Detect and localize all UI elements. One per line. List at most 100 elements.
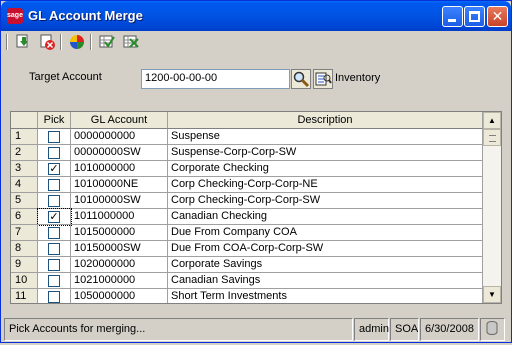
status-database[interactable] xyxy=(480,318,505,341)
grid-check-icon[interactable] xyxy=(98,33,116,51)
vertical-scrollbar[interactable]: ▲ ▼ xyxy=(483,112,501,303)
target-account-input[interactable]: 1200-00-00-00 xyxy=(141,69,290,89)
row-number: 3 xyxy=(11,161,38,177)
target-account-label: Target Account xyxy=(29,71,102,83)
pick-checkbox[interactable] xyxy=(48,243,60,255)
row-number: 7 xyxy=(11,225,38,241)
list-lookup-icon xyxy=(315,72,332,86)
description-cell: Corporate Checking xyxy=(168,161,483,177)
pick-checkbox[interactable] xyxy=(48,227,60,239)
row-number: 5 xyxy=(11,193,38,209)
maximize-icon xyxy=(469,11,480,22)
import-icon[interactable] xyxy=(14,33,32,51)
maximize-button[interactable] xyxy=(464,6,485,27)
description-cell: Due From COA-Corp-Corp-SW xyxy=(168,241,483,257)
pick-checkbox[interactable] xyxy=(48,275,60,287)
account-grid: Pick GL Account Description 1 0000000000 S… xyxy=(10,111,502,304)
close-icon: ✕ xyxy=(491,8,504,24)
row-number: 1 xyxy=(11,129,38,145)
sage-app-icon: sage xyxy=(7,8,23,24)
gl-account-merge-window: sage GL Account Merge ✕ Target Account 1… xyxy=(0,0,512,343)
row-number: 6 xyxy=(11,209,38,225)
table-row[interactable]: 5 10100000SW Corp Checking-Corp-Corp-SW xyxy=(11,193,483,209)
description-cell: Suspense-Corp-Corp-SW xyxy=(168,145,483,161)
pick-cell xyxy=(38,257,71,273)
table-row[interactable]: 3 ✓ 1010000000 Corporate Checking xyxy=(11,161,483,177)
delete-icon[interactable] xyxy=(38,33,56,51)
account-list-button[interactable] xyxy=(313,69,333,89)
grid-x-icon[interactable] xyxy=(122,33,140,51)
pick-cell: ✓ xyxy=(38,161,71,177)
pick-checkbox[interactable]: ✓ xyxy=(48,211,60,223)
table-row[interactable]: 10 1021000000 Canadian Savings xyxy=(11,273,483,289)
pick-column-header[interactable]: Pick xyxy=(38,112,71,129)
pick-cell xyxy=(38,225,71,241)
description-cell: Short Term Investments xyxy=(168,289,483,303)
scroll-thumb[interactable] xyxy=(483,129,501,146)
row-number: 9 xyxy=(11,257,38,273)
pick-checkbox[interactable] xyxy=(48,131,60,143)
table-row[interactable]: 2 00000000SW Suspense-Corp-Corp-SW xyxy=(11,145,483,161)
status-company: SOA xyxy=(390,318,419,341)
pick-checkbox[interactable] xyxy=(48,259,60,271)
gl-account-cell: 00000000SW xyxy=(71,145,168,161)
table-row[interactable]: 8 10150000SW Due From COA-Corp-Corp-SW xyxy=(11,241,483,257)
row-number: 4 xyxy=(11,177,38,193)
magnifier-icon xyxy=(293,71,310,88)
title-bar[interactable]: sage GL Account Merge ✕ xyxy=(1,1,511,31)
gl-account-column-header[interactable]: GL Account xyxy=(71,112,168,129)
pick-checkbox[interactable] xyxy=(48,179,60,191)
window-title: GL Account Merge xyxy=(28,8,143,23)
toolbar-grip xyxy=(6,34,8,50)
pick-cell: ✓ xyxy=(37,208,72,226)
row-number: 10 xyxy=(11,273,38,289)
gl-account-cell: 10100000SW xyxy=(71,193,168,209)
description-cell: Suspense xyxy=(168,129,483,145)
table-row[interactable]: 4 10100000NE Corp Checking-Corp-Corp-NE xyxy=(11,177,483,193)
table-row[interactable]: 6 ✓ 1011000000 Canadian Checking xyxy=(11,208,483,226)
target-account-description: Inventory xyxy=(335,72,381,84)
table-row[interactable]: 7 1015000000 Due From Company COA xyxy=(11,225,483,241)
toolbar xyxy=(2,31,510,53)
description-cell: Canadian Savings xyxy=(168,273,483,289)
pick-checkbox[interactable]: ✓ xyxy=(48,163,60,175)
pick-checkbox[interactable] xyxy=(48,147,60,159)
pick-checkbox[interactable] xyxy=(48,195,60,207)
description-column-header[interactable]: Description xyxy=(168,112,483,129)
color-wheel-icon[interactable] xyxy=(68,33,86,51)
gl-account-cell: 10100000NE xyxy=(71,177,168,193)
scroll-down-button[interactable]: ▼ xyxy=(483,286,501,303)
gl-account-cell: 1010000000 xyxy=(71,161,168,177)
description-cell: Canadian Checking xyxy=(168,209,483,225)
pick-checkbox[interactable] xyxy=(48,291,60,303)
pick-cell xyxy=(38,145,71,161)
minimize-button[interactable] xyxy=(442,6,463,27)
status-message: Pick Accounts for merging... xyxy=(4,318,353,341)
gl-account-cell: 10150000SW xyxy=(71,241,168,257)
description-cell: Corp Checking-Corp-Corp-SW xyxy=(168,193,483,209)
row-number: 8 xyxy=(11,241,38,257)
description-cell: Corp Checking-Corp-Corp-NE xyxy=(168,177,483,193)
minimize-icon xyxy=(448,19,456,22)
scroll-up-button[interactable]: ▲ xyxy=(483,112,501,129)
status-user: admin xyxy=(354,318,389,341)
gl-account-cell: 1020000000 xyxy=(71,257,168,273)
description-cell: Due From Company COA xyxy=(168,225,483,241)
close-button[interactable]: ✕ xyxy=(487,6,508,27)
database-icon xyxy=(486,321,498,335)
description-cell: Corporate Savings xyxy=(168,257,483,273)
table-row[interactable]: 1 0000000000 Suspense xyxy=(11,129,483,145)
row-number: 11 xyxy=(11,289,38,303)
row-number-header xyxy=(11,112,38,129)
gl-account-cell: 1050000000 xyxy=(71,289,168,303)
lookup-button[interactable] xyxy=(291,69,311,89)
pick-cell xyxy=(38,273,71,289)
table-row[interactable]: 11 1050000000 Short Term Investments xyxy=(11,289,483,303)
pick-cell xyxy=(38,129,71,145)
gl-account-cell: 1011000000 xyxy=(71,209,168,225)
gl-account-cell: 1021000000 xyxy=(71,273,168,289)
status-date: 6/30/2008 xyxy=(420,318,479,341)
table-row[interactable]: 9 1020000000 Corporate Savings xyxy=(11,257,483,273)
pick-cell xyxy=(38,193,71,209)
gl-account-cell: 0000000000 xyxy=(71,129,168,145)
